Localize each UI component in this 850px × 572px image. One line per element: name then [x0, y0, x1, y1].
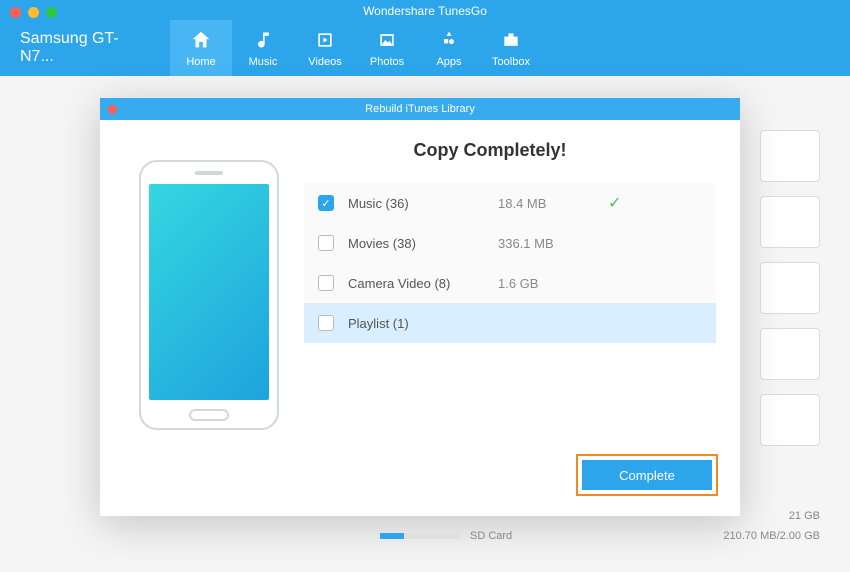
- app-title: Wondershare TunesGo: [0, 0, 850, 20]
- top-nav: Samsung GT-N7... Home Music Videos Photo…: [0, 20, 850, 76]
- panel: [760, 130, 820, 182]
- rebuild-library-modal: Rebuild iTunes Library Copy Completely! …: [100, 98, 740, 516]
- video-icon: [313, 28, 337, 52]
- item-size: 18.4 MB: [498, 196, 608, 211]
- checkmark-icon: ✓: [608, 193, 621, 213]
- checkbox[interactable]: [318, 235, 334, 251]
- panel: [760, 196, 820, 248]
- modal-titlebar: Rebuild iTunes Library: [100, 98, 740, 120]
- complete-button[interactable]: Complete: [582, 460, 712, 490]
- complete-button-highlight: Complete: [576, 454, 718, 496]
- home-icon: [189, 28, 213, 52]
- nav-music[interactable]: Music: [232, 20, 294, 76]
- media-list: Music (36) 18.4 MB ✓ Movies (38) 336.1 M…: [304, 183, 716, 343]
- phone-storage-value: 21 GB: [789, 510, 820, 522]
- panel: [760, 262, 820, 314]
- nav-photos[interactable]: Photos: [356, 20, 418, 76]
- nav-toolbox[interactable]: Toolbox: [480, 20, 542, 76]
- nav-label: Videos: [308, 56, 341, 68]
- nav-apps[interactable]: Apps: [418, 20, 480, 76]
- sd-value: 210.70 MB/2.00 GB: [723, 530, 820, 542]
- sd-label: SD Card: [470, 530, 723, 542]
- item-label: Music (36): [348, 196, 498, 211]
- nav-home[interactable]: Home: [170, 20, 232, 76]
- toolbox-icon: [499, 28, 523, 52]
- nav-label: Home: [186, 56, 215, 68]
- item-label: Playlist (1): [348, 316, 498, 331]
- nav-label: Music: [249, 56, 278, 68]
- item-size: 336.1 MB: [498, 236, 608, 251]
- storage-footer: 21 GB SD Card 210.70 MB/2.00 GB: [380, 510, 820, 550]
- checkbox[interactable]: [318, 195, 334, 211]
- close-icon[interactable]: [10, 7, 21, 18]
- list-item[interactable]: Movies (38) 336.1 MB: [304, 223, 716, 263]
- list-item[interactable]: Camera Video (8) 1.6 GB: [304, 263, 716, 303]
- apps-icon: [437, 28, 461, 52]
- minimize-icon[interactable]: [28, 7, 39, 18]
- checkbox[interactable]: [318, 275, 334, 291]
- list-item[interactable]: Music (36) 18.4 MB ✓: [304, 183, 716, 223]
- maximize-icon[interactable]: [46, 7, 57, 18]
- background-panels: [760, 130, 820, 460]
- panel: [760, 328, 820, 380]
- nav-label: Toolbox: [492, 56, 530, 68]
- item-label: Camera Video (8): [348, 276, 498, 291]
- music-icon: [251, 28, 275, 52]
- nav-videos[interactable]: Videos: [294, 20, 356, 76]
- device-name[interactable]: Samsung GT-N7...: [0, 20, 170, 76]
- window-traffic-lights[interactable]: [10, 7, 57, 18]
- modal-close-icon[interactable]: [108, 105, 117, 114]
- item-size: 1.6 GB: [498, 276, 608, 291]
- list-item[interactable]: Playlist (1): [304, 303, 716, 343]
- checkbox[interactable]: [318, 315, 334, 331]
- sd-progress-bar: [380, 533, 460, 539]
- photo-icon: [375, 28, 399, 52]
- nav-tabs: Home Music Videos Photos Apps Toolbox: [170, 20, 542, 76]
- phone-illustration: [124, 140, 294, 516]
- nav-label: Photos: [370, 56, 404, 68]
- nav-label: Apps: [436, 56, 461, 68]
- modal-heading: Copy Completely!: [264, 140, 716, 161]
- panel: [760, 394, 820, 446]
- item-label: Movies (38): [348, 236, 498, 251]
- modal-title: Rebuild iTunes Library: [100, 103, 740, 115]
